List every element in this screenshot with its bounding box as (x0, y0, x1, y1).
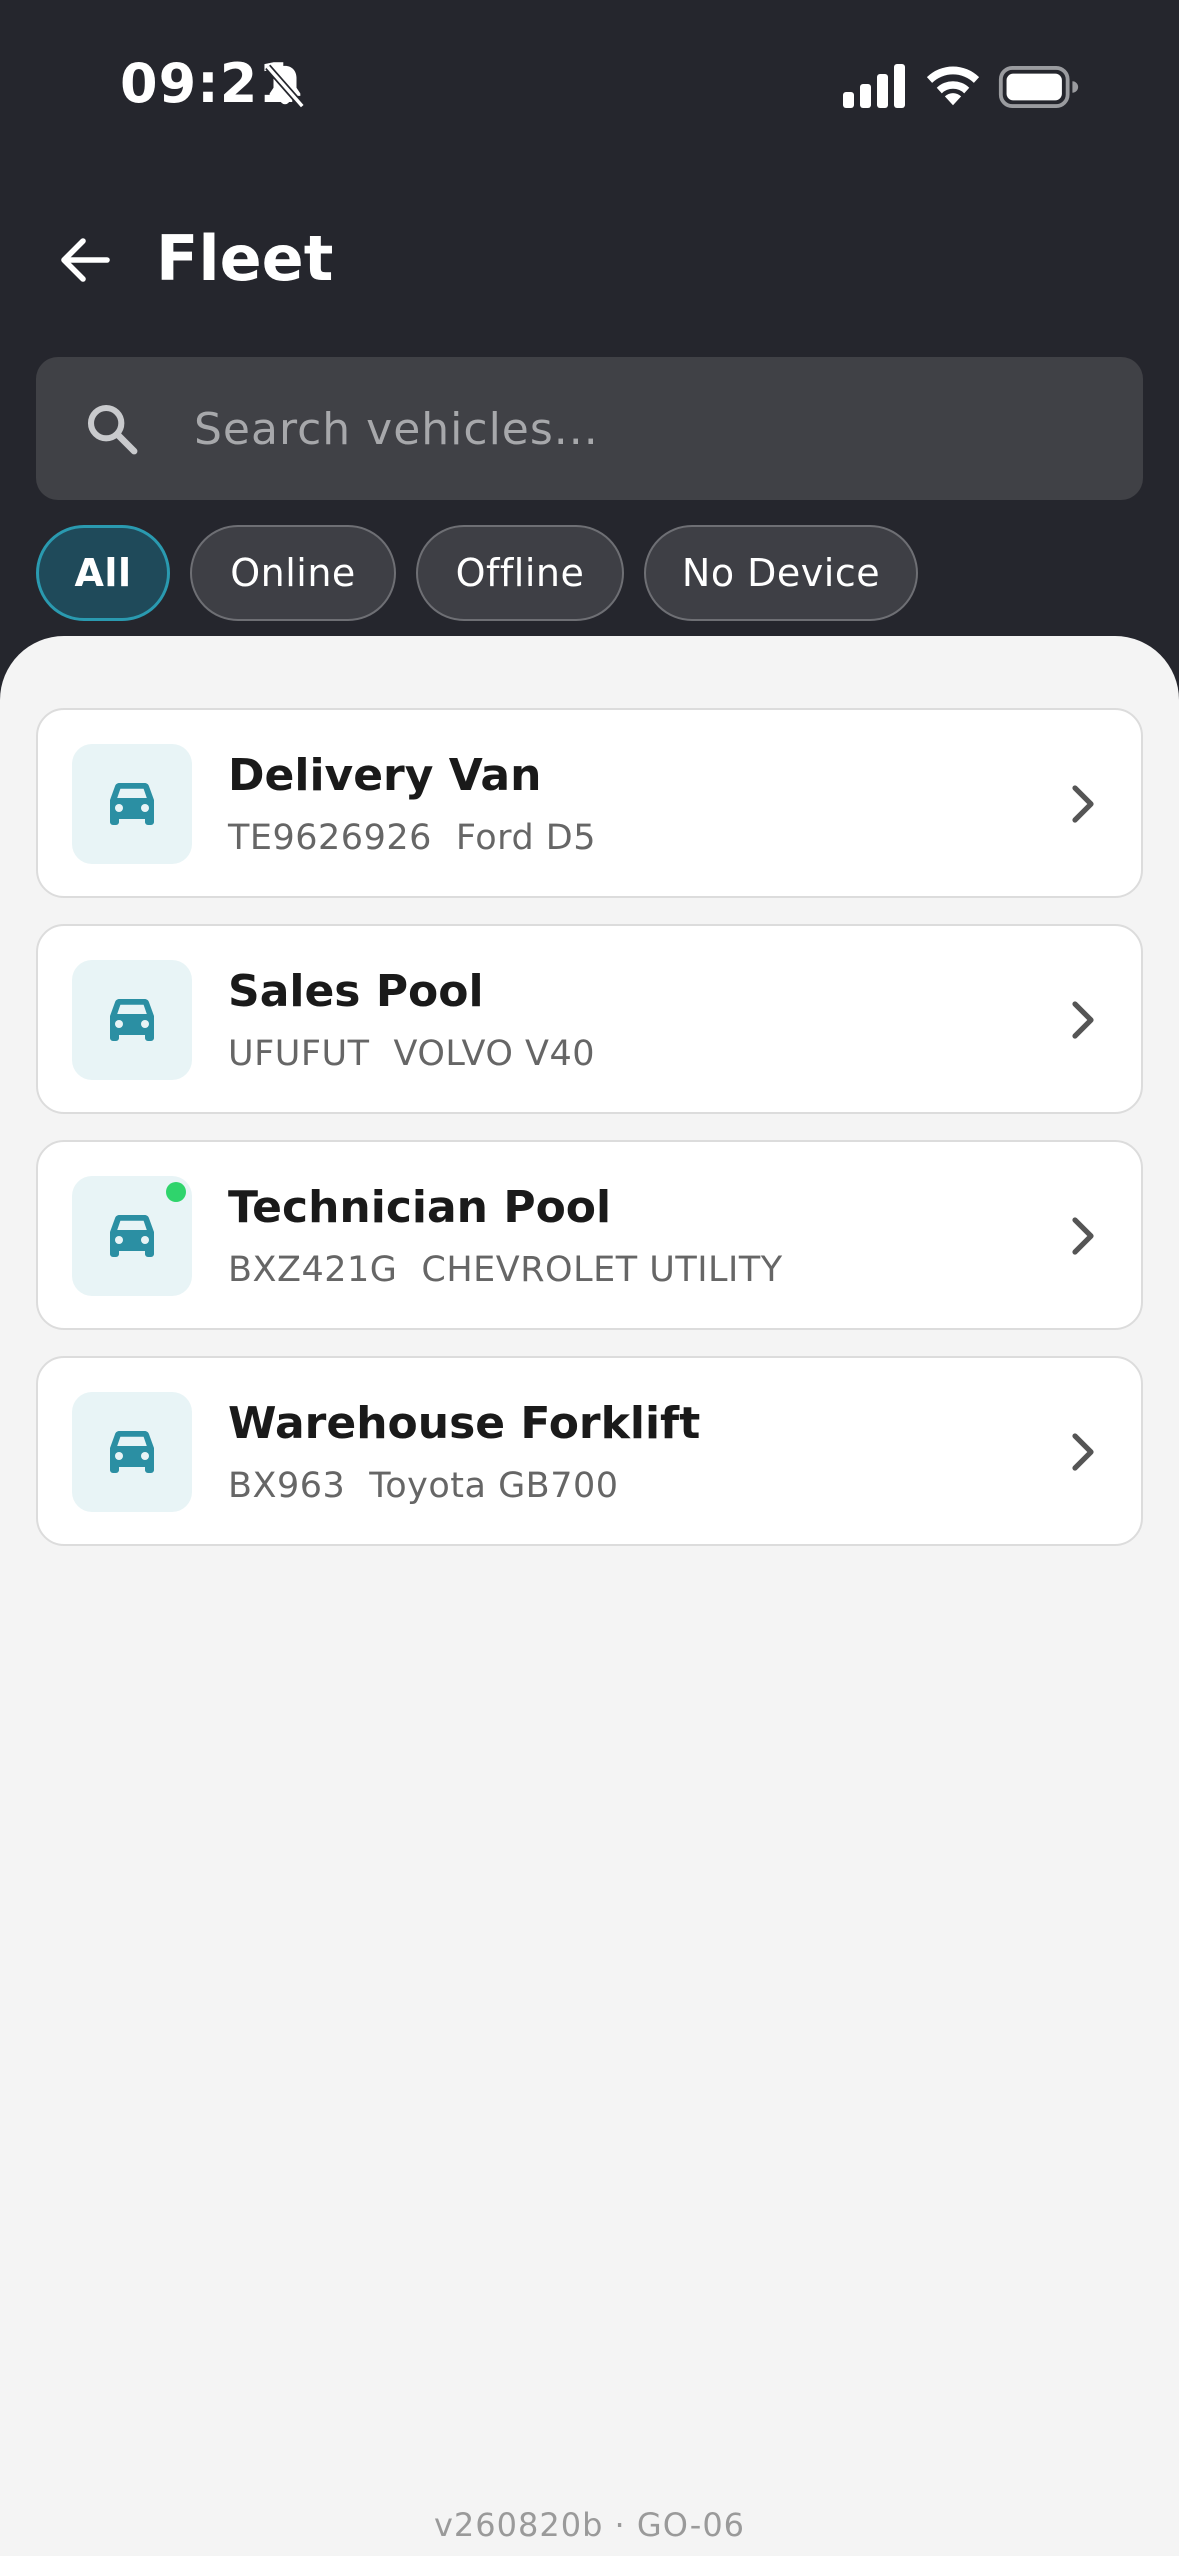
page-title: Fleet (156, 222, 334, 295)
vehicle-name: Delivery Van (228, 750, 542, 801)
vehicle-avatar (72, 1392, 192, 1512)
vehicle-card[interactable]: Delivery Van TE9626926 Ford D5 (36, 708, 1143, 898)
vehicle-avatar (72, 960, 192, 1080)
status-bar: 09:21 (0, 0, 1179, 175)
vehicle-name: Warehouse Forklift (228, 1398, 701, 1449)
back-button[interactable] (40, 220, 130, 300)
vehicle-list: Delivery Van TE9626926 Ford D5 Sales Pool (36, 708, 1143, 1572)
search-box[interactable] (36, 357, 1143, 502)
content-sheet: Delivery Van TE9626926 Ford D5 Sales Pool (0, 636, 1179, 2556)
filter-chip-offline[interactable]: Offline (416, 525, 624, 621)
vehicle-details: BXZ421G CHEVROLET UTILITY (228, 1250, 783, 1290)
filter-chips: All Online Offline No Device (36, 525, 918, 625)
car-icon (110, 999, 154, 1041)
vehicle-avatar (72, 1176, 192, 1296)
search-input[interactable] (192, 357, 1096, 502)
vehicle-plate: BX963 (228, 1466, 346, 1506)
vehicle-details: BX963 Toyota GB700 (228, 1466, 619, 1506)
vehicle-details: TE9626926 Ford D5 (228, 818, 596, 858)
wifi-icon (926, 66, 980, 106)
online-status-dot (166, 1182, 186, 1202)
arrow-left-icon (61, 238, 110, 282)
vehicle-model: VOLVO V40 (393, 1034, 596, 1074)
vehicle-card[interactable]: Sales Pool UFUFUT VOLVO V40 (36, 924, 1143, 1114)
fleet-screen: 09:21 Fleet Search vehicles... All Onlin… (0, 0, 1179, 2556)
vehicle-plate: BXZ421G (228, 1250, 398, 1290)
filter-chip-all[interactable]: All (36, 525, 170, 621)
chevron-right-icon (1072, 1001, 1094, 1039)
vehicle-model: Toyota GB700 (369, 1466, 619, 1506)
signal-icon (843, 64, 905, 108)
vehicle-name: Sales Pool (228, 966, 484, 1017)
battery-icon (998, 66, 1079, 108)
vehicle-details: UFUFUT VOLVO V40 (228, 1034, 595, 1074)
car-icon (110, 783, 154, 825)
filter-chip-no-device[interactable]: No Device (644, 525, 918, 621)
version-label: v260820b · GO-06 (433, 2506, 746, 2544)
vehicle-plate: UFUFUT (228, 1034, 370, 1074)
car-icon (110, 1215, 154, 1257)
nav-bar: Fleet (0, 200, 1179, 320)
chevron-right-icon (1072, 1217, 1094, 1255)
chevron-right-icon (1072, 1433, 1094, 1471)
search-icon (87, 404, 138, 455)
vehicle-avatar (72, 744, 192, 864)
vehicle-card[interactable]: Technician Pool BXZ421G CHEVROLET UTILITY (36, 1140, 1143, 1330)
car-icon (110, 1431, 154, 1473)
vehicle-plate: TE9626926 (228, 818, 432, 858)
vehicle-card[interactable]: Warehouse Forklift BX963 Toyota GB700 (36, 1356, 1143, 1546)
vehicle-name: Technician Pool (228, 1182, 612, 1233)
vehicle-model: CHEVROLET UTILITY (421, 1250, 783, 1290)
filter-chip-online[interactable]: Online (190, 525, 396, 621)
bell-off-icon (265, 64, 305, 109)
vehicle-model: Ford D5 (455, 818, 597, 858)
chevron-right-icon (1072, 785, 1094, 823)
